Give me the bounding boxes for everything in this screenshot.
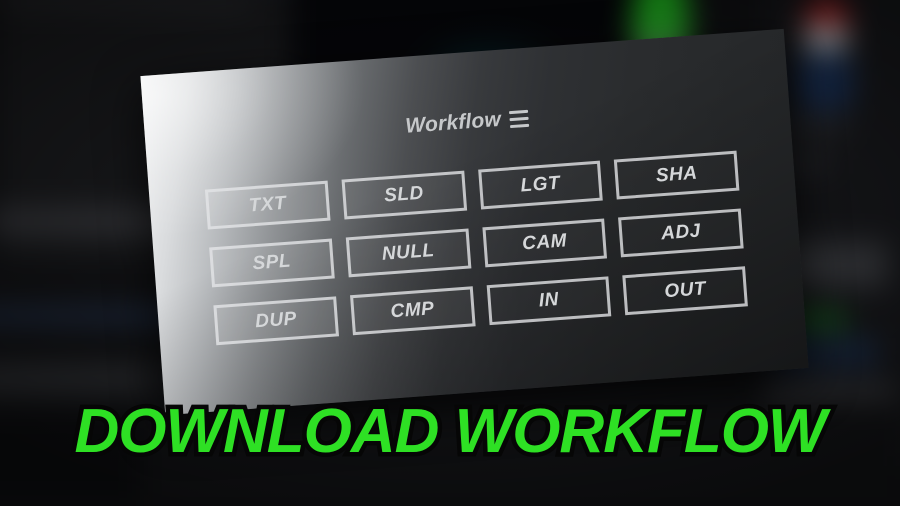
workflow-button-sha[interactable]: SHA [614, 150, 740, 200]
workflow-card: Workflow TXT SLD LGT SHA SPL NULL CAM AD… [140, 28, 809, 416]
workflow-button-sld[interactable]: SLD [341, 170, 467, 220]
background-left-toolbar [0, 0, 250, 10]
background-timeline-bar-2 [0, 364, 150, 394]
workflow-button-null[interactable]: NULL [345, 228, 471, 278]
background-blue-blob [796, 50, 854, 110]
workflow-button-spl[interactable]: SPL [209, 238, 335, 288]
workflow-button-lgt[interactable]: LGT [477, 160, 604, 210]
workflow-button-txt[interactable]: TXT [204, 180, 331, 230]
headline-text: DOWNLOAD WORKFLOW [70, 393, 831, 471]
workflow-button-adj[interactable]: ADJ [618, 208, 744, 258]
workflow-button-cam[interactable]: CAM [481, 218, 608, 268]
screenshot-root: Workflow TXT SLD LGT SHA SPL NULL CAM AD… [0, 0, 900, 506]
hamburger-line-1 [509, 109, 529, 114]
hamburger-line-3 [510, 123, 530, 128]
hamburger-menu-icon[interactable] [509, 109, 530, 128]
hamburger-line-2 [509, 116, 529, 121]
